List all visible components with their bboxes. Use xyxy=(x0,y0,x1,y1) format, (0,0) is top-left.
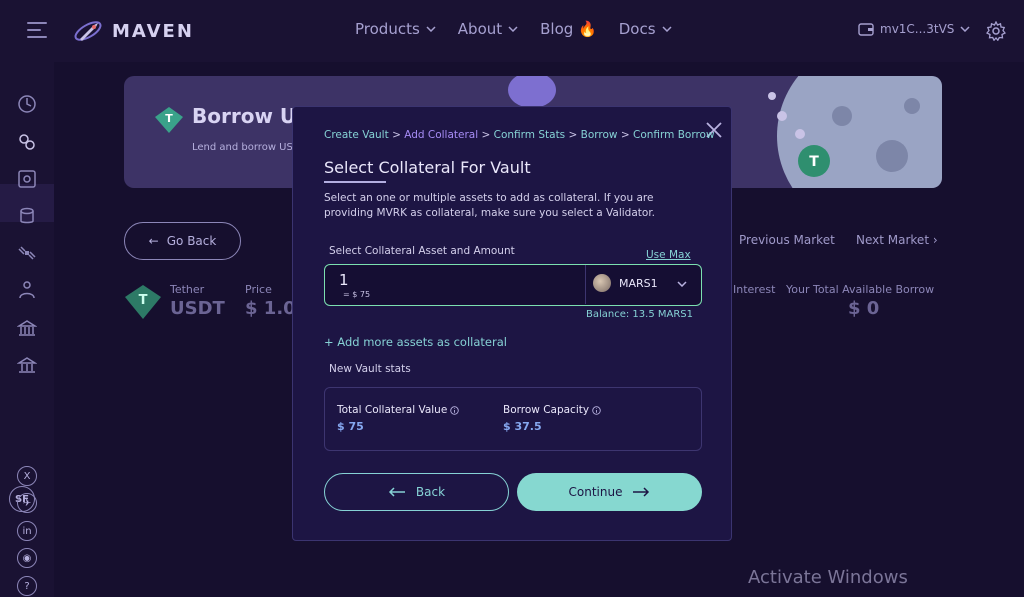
chevron-down-icon xyxy=(426,26,436,32)
nav-blog-label: Blog 🔥 xyxy=(540,20,597,38)
help-icon[interactable]: ? xyxy=(17,576,37,596)
price-label: Price xyxy=(245,283,272,296)
breadcrumb-add-collateral[interactable]: Add Collateral xyxy=(404,129,478,141)
interest-label: Interest xyxy=(733,283,776,296)
field-divider xyxy=(585,265,586,304)
svg-text:T: T xyxy=(809,154,819,170)
breadcrumb-create-vault[interactable]: Create Vault xyxy=(324,129,389,141)
rocket-logo-icon xyxy=(74,21,102,41)
continue-button[interactable]: Continue xyxy=(517,473,702,511)
nav-docs-label: Docs xyxy=(618,20,656,38)
nav-about[interactable]: About xyxy=(458,20,518,38)
lending-icon[interactable] xyxy=(17,132,37,152)
sidebar: SF X ✈ in ◉ ? xyxy=(0,62,54,597)
satellite-icon[interactable] xyxy=(17,243,37,263)
go-back-label: Go Back xyxy=(166,234,217,248)
vault-stats-label: New Vault stats xyxy=(329,363,411,375)
staking-icon[interactable] xyxy=(17,206,37,226)
info-icon[interactable] xyxy=(592,405,601,415)
next-market-link[interactable]: Next Market › xyxy=(856,233,938,247)
total-collateral-value: $ 75 xyxy=(337,420,364,433)
amount-usd-value: = $ 75 xyxy=(343,290,371,299)
select-collateral-modal: Create Vault > Add Collateral > Confirm … xyxy=(292,106,732,541)
usdt-token-icon: T xyxy=(155,107,183,133)
nav-docs[interactable]: Docs xyxy=(619,20,672,38)
vault-icon[interactable] xyxy=(17,169,37,189)
arrow-left-icon: ← xyxy=(148,234,159,248)
menu-icon[interactable] xyxy=(27,22,47,40)
treasury-icon[interactable] xyxy=(17,318,37,338)
amount-input[interactable] xyxy=(339,271,539,289)
nav-products[interactable]: Products xyxy=(355,20,436,38)
telegram-icon[interactable]: ✈ xyxy=(17,493,37,513)
borrow-capacity-label-text: Borrow Capacity xyxy=(503,404,590,416)
usdt-token-icon: T xyxy=(125,285,161,319)
modal-description: Select an one or multiple assets to add … xyxy=(324,192,656,219)
banner-subtitle: Lend and borrow USDT xyxy=(192,142,307,153)
chevron-down-icon xyxy=(508,26,518,32)
chevron-down-icon xyxy=(960,26,970,32)
back-label: Back xyxy=(415,485,446,499)
title-underline xyxy=(324,181,386,183)
svg-text:T: T xyxy=(139,293,148,308)
logo-text: MAVEN xyxy=(112,20,194,42)
breadcrumb-confirm-borrow[interactable]: Confirm Borrow xyxy=(633,129,715,141)
arrow-right-icon xyxy=(633,487,650,497)
logo[interactable]: MAVEN xyxy=(72,17,194,45)
chevron-down-icon[interactable] xyxy=(677,281,687,287)
svg-text:T: T xyxy=(165,112,173,125)
activate-windows-watermark: Activate Windows xyxy=(748,567,908,588)
governance-icon[interactable] xyxy=(17,280,37,300)
balance-text: Balance: 13.5 MARS1 xyxy=(586,309,694,320)
info-icon[interactable] xyxy=(450,405,460,415)
asset-amount-label: Select Collateral Asset and Amount xyxy=(329,245,515,257)
previous-market-link[interactable]: Previous Market xyxy=(739,233,835,247)
modal-title: Select Collateral For Vault xyxy=(324,158,531,177)
breadcrumb-borrow[interactable]: Borrow xyxy=(581,129,618,141)
total-collateral-label: Total Collateral Value xyxy=(337,404,460,416)
top-bar: MAVEN Products About Blog 🔥 Docs mv1C...… xyxy=(0,0,1024,62)
total-available-borrow-value: $ 0 xyxy=(848,298,880,319)
wallet-address: mv1C...3tVS xyxy=(880,22,955,36)
main-nav: Products About Blog 🔥 Docs xyxy=(355,20,672,38)
borrow-capacity-label: Borrow Capacity xyxy=(503,404,601,416)
linkedin-icon[interactable]: in xyxy=(17,521,37,541)
bank-icon[interactable] xyxy=(17,355,37,375)
asset-select-dropdown[interactable]: MARS1 xyxy=(593,274,658,292)
nav-blog[interactable]: Blog 🔥 xyxy=(540,20,597,38)
amount-field: = $ 75 MARS1 xyxy=(324,264,702,306)
borrow-capacity-value: $ 37.5 xyxy=(503,420,542,433)
asset-name: MARS1 xyxy=(619,276,658,290)
total-collateral-label-text: Total Collateral Value xyxy=(337,404,448,416)
next-market-label: Next Market xyxy=(856,233,930,247)
nav-about-label: About xyxy=(457,20,503,38)
go-back-button[interactable]: ← Go Back xyxy=(124,222,241,260)
dashboard-icon[interactable] xyxy=(17,94,37,114)
vault-stats-box: Total Collateral Value $ 75 Borrow Capac… xyxy=(324,387,702,451)
asset-avatar xyxy=(593,274,611,292)
total-available-borrow-label: Your Total Available Borrow xyxy=(786,283,935,296)
usdt-symbol: USDT xyxy=(170,298,225,319)
discord-icon[interactable]: ◉ xyxy=(17,548,37,568)
use-max-link[interactable]: Use Max xyxy=(646,249,691,261)
breadcrumb: Create Vault > Add Collateral > Confirm … xyxy=(324,129,715,141)
tether-label: Tether xyxy=(170,283,205,296)
wallet-button[interactable]: mv1C...3tVS xyxy=(858,22,970,36)
breadcrumb-confirm-stats[interactable]: Confirm Stats xyxy=(494,129,566,141)
arrow-left-icon xyxy=(388,487,405,497)
nav-products-label: Products xyxy=(355,20,420,38)
gear-icon[interactable] xyxy=(986,21,1006,41)
chevron-down-icon xyxy=(662,26,672,32)
wallet-icon xyxy=(858,22,874,36)
back-button[interactable]: Back xyxy=(324,473,509,511)
x-twitter-icon[interactable]: X xyxy=(17,466,37,486)
continue-label: Continue xyxy=(568,485,623,499)
add-more-assets-button[interactable]: + Add more assets as collateral xyxy=(324,335,507,349)
